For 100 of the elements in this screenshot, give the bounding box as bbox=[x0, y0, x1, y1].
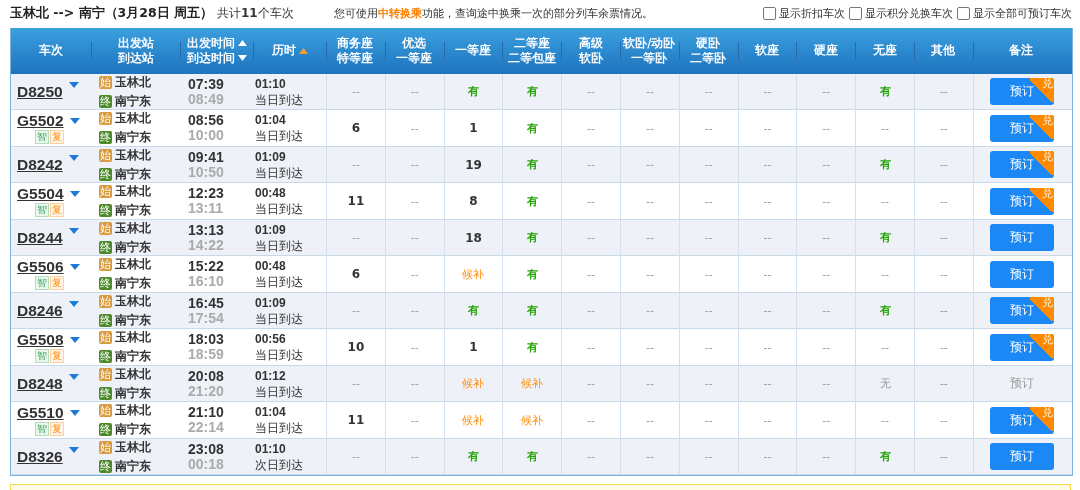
arrival-day: 当日到达 bbox=[255, 91, 326, 108]
duration: 01:10 bbox=[255, 440, 287, 457]
seat-availability: -- bbox=[763, 158, 772, 172]
arrival-station: 南宁东 bbox=[115, 202, 151, 220]
train-number-link[interactable]: D8244 bbox=[17, 228, 63, 247]
seat-availability: 有 bbox=[879, 230, 891, 246]
train-number-link[interactable]: G5504 bbox=[17, 185, 64, 204]
train-number-link[interactable]: D8326 bbox=[17, 447, 63, 466]
arrival-station: 南宁东 bbox=[115, 311, 151, 329]
dropdown-caret-icon[interactable] bbox=[68, 227, 79, 234]
column-heading: 无座 bbox=[872, 43, 897, 59]
seat-availability: -- bbox=[763, 85, 772, 99]
seat-availability: -- bbox=[410, 158, 419, 172]
checkbox[interactable] bbox=[763, 7, 776, 21]
column-heading: 车次 bbox=[39, 43, 63, 59]
end-station-tag: 终 bbox=[99, 167, 112, 181]
train-number-link[interactable]: G5506 bbox=[17, 258, 64, 277]
dropdown-caret-icon[interactable] bbox=[69, 410, 80, 417]
sort-up-icon[interactable] bbox=[237, 40, 247, 47]
arrival-time: 00:18 bbox=[188, 456, 225, 472]
seat-availability: 6 bbox=[351, 267, 361, 282]
seat-availability: -- bbox=[704, 121, 713, 135]
seat-availability: -- bbox=[881, 340, 890, 354]
column-heading: 二等卧 bbox=[690, 50, 727, 66]
transfer-link[interactable]: 中转换乘 bbox=[377, 6, 422, 22]
arrival-station: 南宁东 bbox=[115, 238, 151, 256]
seat-availability: -- bbox=[939, 304, 948, 318]
seat-availability: -- bbox=[763, 413, 772, 427]
arrival-day: 当日到达 bbox=[255, 128, 326, 145]
seat-availability: 19 bbox=[465, 157, 482, 172]
seat-availability: -- bbox=[587, 267, 596, 281]
dropdown-caret-icon[interactable] bbox=[69, 191, 80, 198]
arrival-time: 10:50 bbox=[188, 164, 225, 180]
dropdown-caret-icon[interactable] bbox=[68, 373, 79, 380]
column-heading: 商务座 bbox=[337, 35, 374, 51]
arrival-day: 当日到达 bbox=[255, 347, 326, 364]
seat-availability: 有 bbox=[879, 157, 891, 173]
seat-availability: -- bbox=[763, 304, 772, 318]
seat-availability: -- bbox=[645, 158, 654, 172]
seat-availability: -- bbox=[410, 413, 419, 427]
column-heading[interactable]: 出发时间 bbox=[186, 35, 235, 51]
train-number-link[interactable]: D8250 bbox=[17, 82, 63, 101]
seat-availability: -- bbox=[410, 85, 419, 99]
arrival-time: 21:20 bbox=[188, 383, 225, 399]
book-button[interactable]: 预订 bbox=[989, 443, 1054, 471]
start-station-tag: 始 bbox=[99, 331, 112, 345]
seat-availability: -- bbox=[763, 450, 772, 464]
filter-label: 显示折扣车次 bbox=[779, 6, 845, 22]
dropdown-caret-icon[interactable] bbox=[68, 154, 79, 161]
train-number-link[interactable]: G5510 bbox=[17, 404, 64, 423]
book-button[interactable]: 预订 bbox=[989, 224, 1054, 252]
sort-down-icon[interactable] bbox=[237, 55, 247, 62]
seat-availability: -- bbox=[587, 231, 596, 245]
start-station-tag: 始 bbox=[99, 112, 112, 126]
checkbox[interactable] bbox=[957, 7, 970, 21]
dropdown-caret-icon[interactable] bbox=[69, 264, 80, 271]
seat-availability: 有 bbox=[468, 84, 479, 100]
dropdown-caret-icon[interactable] bbox=[68, 446, 79, 453]
seat-availability: -- bbox=[645, 340, 654, 354]
seat-availability: 候补 bbox=[521, 412, 544, 428]
train-number-link[interactable]: G5502 bbox=[17, 112, 64, 131]
dropdown-caret-icon[interactable] bbox=[68, 81, 79, 88]
seat-availability: -- bbox=[763, 267, 772, 281]
arrival-day: 当日到达 bbox=[255, 237, 326, 254]
train-number-link[interactable]: D8246 bbox=[17, 301, 63, 320]
dropdown-caret-icon[interactable] bbox=[68, 300, 79, 307]
departure-time: 07:39 bbox=[188, 76, 225, 92]
arrival-station: 南宁东 bbox=[115, 165, 151, 183]
departure-time: 15:22 bbox=[188, 259, 225, 275]
train-tag: 智 bbox=[34, 130, 49, 145]
seat-availability: -- bbox=[939, 231, 948, 245]
seat-availability: -- bbox=[939, 377, 948, 391]
column-heading: 到达站 bbox=[117, 50, 154, 66]
checkbox[interactable] bbox=[849, 7, 862, 21]
dropdown-caret-icon[interactable] bbox=[69, 337, 80, 344]
train-number-link[interactable]: G5508 bbox=[17, 331, 64, 350]
book-button[interactable]: 预订 bbox=[989, 260, 1054, 288]
seat-availability: -- bbox=[410, 121, 419, 135]
seat-availability: 10 bbox=[347, 340, 365, 355]
column-heading[interactable]: 历时 bbox=[271, 43, 296, 59]
seat-availability: 有 bbox=[526, 84, 538, 100]
seat-availability: -- bbox=[822, 85, 831, 99]
notice-text: 您可使用 bbox=[333, 6, 378, 22]
seat-availability: 18 bbox=[465, 230, 482, 245]
train-tag: 智 bbox=[34, 276, 49, 291]
seat-availability: 有 bbox=[879, 84, 891, 100]
duration: 01:09 bbox=[255, 148, 287, 165]
seat-availability: -- bbox=[763, 340, 772, 354]
arrival-time: 18:59 bbox=[188, 347, 225, 363]
dropdown-caret-icon[interactable] bbox=[69, 118, 80, 125]
column-heading[interactable]: 到达时间 bbox=[186, 50, 235, 66]
seat-availability: 候补 bbox=[521, 376, 544, 392]
seat-availability: -- bbox=[881, 194, 890, 208]
departure-station: 玉林北 bbox=[115, 110, 151, 128]
filter-label: 显示全部可预订车次 bbox=[973, 6, 1072, 22]
train-number-link[interactable]: D8242 bbox=[17, 155, 63, 174]
train-number-link[interactable]: D8248 bbox=[17, 374, 63, 393]
departure-station: 玉林北 bbox=[115, 256, 151, 274]
column-heading: 二等座 bbox=[513, 35, 550, 51]
start-station-tag: 始 bbox=[99, 221, 112, 235]
